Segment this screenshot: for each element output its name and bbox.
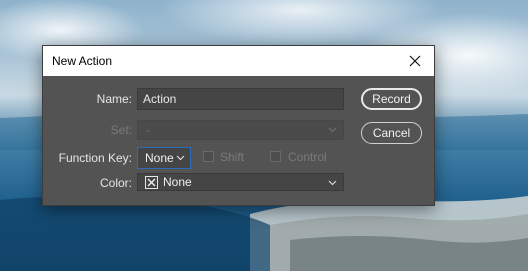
new-action-dialog: New Action Name: Set: - Function Key: No…: [42, 45, 435, 206]
set-label: Set:: [110, 123, 132, 137]
cancel-button[interactable]: Cancel: [361, 122, 422, 144]
chevron-down-icon: [176, 155, 185, 161]
dialog-title: New Action: [52, 54, 113, 68]
dialog-titlebar: New Action: [43, 46, 434, 76]
close-button[interactable]: [396, 46, 434, 76]
control-label: Control: [288, 150, 327, 164]
function-key-label: Function Key:: [58, 151, 132, 165]
no-color-icon: [145, 176, 158, 189]
set-dropdown[interactable]: -: [137, 120, 344, 140]
name-input[interactable]: [137, 88, 344, 110]
name-label: Name:: [96, 92, 132, 106]
color-label: Color:: [99, 176, 132, 190]
function-key-value: None: [145, 151, 174, 165]
function-key-dropdown[interactable]: None: [137, 147, 191, 169]
chevron-down-icon: [328, 127, 337, 133]
record-button[interactable]: Record: [361, 88, 422, 110]
shift-checkbox[interactable]: [203, 151, 214, 162]
control-checkbox[interactable]: [270, 151, 281, 162]
set-value: -: [146, 123, 150, 137]
shift-label: Shift: [220, 150, 245, 164]
close-icon: [409, 55, 421, 67]
color-value: None: [163, 175, 192, 189]
chevron-down-icon: [328, 180, 337, 186]
color-dropdown[interactable]: None: [137, 173, 344, 191]
